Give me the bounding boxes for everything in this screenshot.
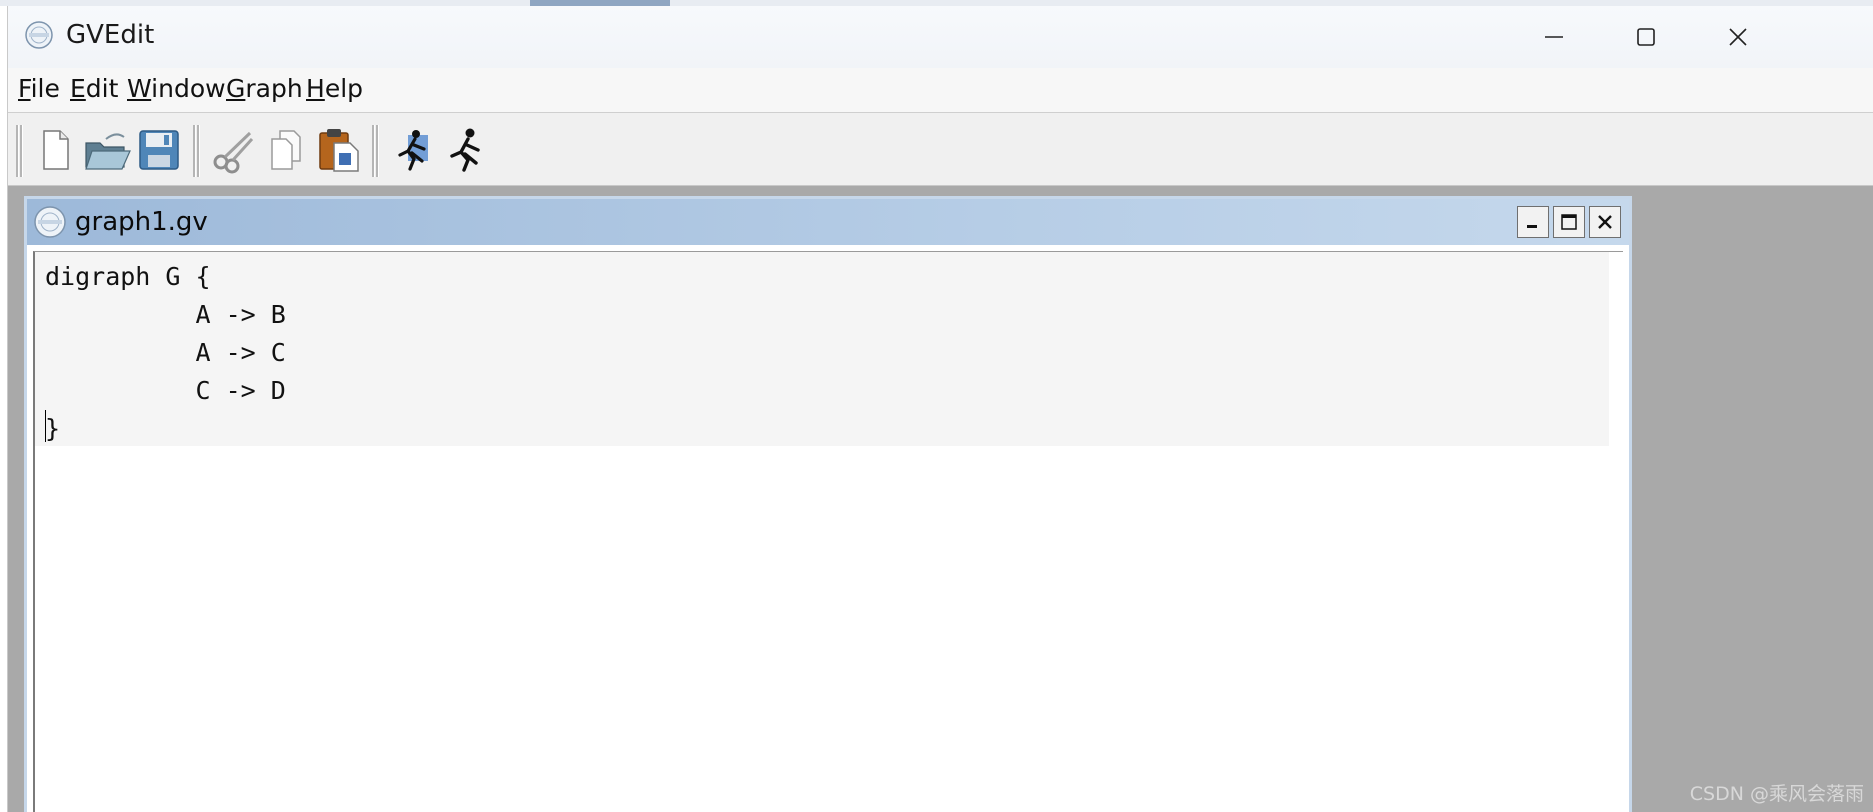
menu-help[interactable]: Help [306, 74, 363, 103]
minimize-icon [1545, 36, 1563, 38]
run-layout-runner-icon [450, 128, 480, 172]
code-line-4: C -> D [45, 376, 286, 405]
document-title: graph1.gv [75, 207, 208, 237]
copy-icon [271, 130, 301, 170]
layout-settings-button[interactable] [388, 125, 438, 175]
run-layout-button[interactable] [440, 125, 490, 175]
menu-file[interactable]: File [18, 74, 60, 103]
close-icon [1729, 28, 1747, 46]
toolbar-grip-edit[interactable] [193, 125, 200, 177]
toolbar [8, 113, 1873, 186]
code-line-5: } [45, 414, 61, 443]
menu-graph[interactable]: Graph [226, 74, 303, 103]
graphviz-logo-icon [25, 21, 53, 49]
cut-scissors-icon [213, 131, 254, 174]
document-minimize-button[interactable] [1517, 206, 1549, 238]
save-file-button[interactable] [134, 125, 184, 175]
document-close-button[interactable] [1589, 206, 1621, 238]
document-window: graph1.gv digraph G {A -> B A -> C C ->… [24, 196, 1632, 812]
maximize-icon [1561, 214, 1577, 230]
mdi-workspace: graph1.gv digraph G {A -> B A -> C C ->… [8, 186, 1873, 812]
open-folder-icon [85, 133, 131, 170]
maximize-icon [1637, 28, 1655, 46]
copy-button[interactable] [262, 125, 312, 175]
graphviz-document-icon [34, 206, 66, 238]
title-bar[interactable]: GVEdit [8, 6, 1873, 68]
document-title-bar[interactable]: graph1.gv [27, 199, 1629, 245]
toolbar-grip-graph[interactable] [372, 125, 379, 177]
document-maximize-button[interactable] [1553, 206, 1585, 238]
menu-window[interactable]: Window [127, 74, 226, 103]
open-file-button[interactable] [82, 125, 132, 175]
toolbar-grip-file[interactable] [16, 125, 23, 177]
paste-button[interactable] [314, 125, 364, 175]
app-title: GVEdit [66, 20, 155, 50]
close-button[interactable] [1692, 6, 1784, 68]
cut-button[interactable] [208, 125, 258, 175]
menu-edit[interactable]: Edit [70, 74, 118, 103]
editor-text-area[interactable]: digraph G { A -> B A -> C C -> D } [35, 252, 1609, 446]
close-icon [1598, 215, 1612, 229]
minimize-button[interactable] [1508, 6, 1600, 68]
new-file-icon [43, 130, 69, 170]
code-editor[interactable]: digraph G { A -> B A -> C C -> D } [33, 251, 1623, 812]
minimize-icon [1527, 225, 1537, 228]
new-file-button[interactable] [30, 125, 80, 175]
menu-bar: File Edit Window Graph Help [8, 68, 1873, 113]
save-disk-icon [139, 130, 179, 170]
watermark: CSDN @乘风会落雨 [1689, 783, 1864, 805]
layout-settings-runner-icon [398, 130, 428, 171]
code-line-3: A -> C [45, 338, 286, 367]
gvedit-window: GVEdit File Edit Window Graph Help graph… [7, 6, 1873, 812]
code-line-2: A -> B [45, 300, 286, 329]
text-cursor [45, 410, 46, 442]
code-line-1: digraph G { [45, 262, 211, 291]
paste-icon [319, 129, 359, 172]
maximize-button[interactable] [1600, 6, 1692, 68]
